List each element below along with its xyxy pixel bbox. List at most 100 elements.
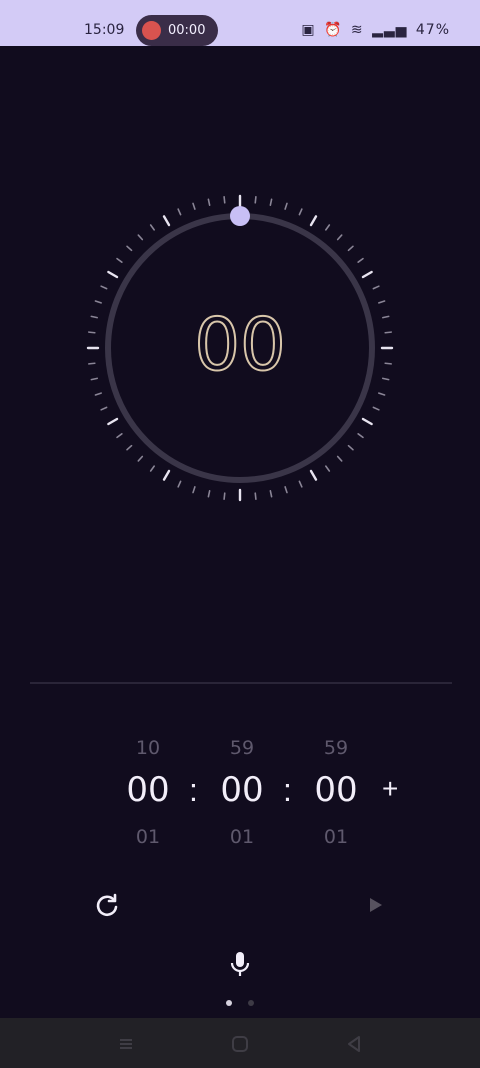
dial-tick [192, 486, 196, 494]
dial-tick [284, 202, 288, 210]
signal-icon: ▂▃▅ [372, 22, 408, 38]
reset-button[interactable] [92, 890, 122, 920]
recents-button[interactable] [114, 1032, 138, 1056]
dial-tick [382, 377, 390, 381]
dial-tick [162, 469, 171, 481]
status-bar: 15:09 00:00 ▣ ⏰ ≋ ▂▃▅ 47% [0, 0, 480, 46]
play-icon [370, 898, 382, 912]
page-dot-active[interactable] [226, 1000, 232, 1006]
timer-dial: 00 [80, 188, 400, 508]
reset-icon [96, 893, 118, 917]
navigation-bar [0, 1018, 480, 1068]
dial-tick [325, 224, 331, 231]
dial-tick [357, 257, 364, 263]
dial-tick [372, 285, 380, 290]
dial-tick [378, 300, 386, 304]
dial-tick [298, 480, 303, 488]
dial-tick [347, 245, 354, 252]
dial-tick [384, 362, 392, 365]
dial-tick [126, 245, 133, 252]
dial-tick [325, 465, 331, 472]
back-button[interactable] [342, 1032, 366, 1056]
microphone-icon [230, 952, 250, 976]
dial-tick [137, 234, 144, 241]
dial-tick [309, 469, 318, 481]
dial-tick [357, 433, 364, 439]
dial-tick [126, 444, 133, 451]
dial-tick [269, 198, 273, 206]
dial-tick [149, 465, 155, 472]
progress-handle[interactable] [230, 206, 250, 226]
dial-tick [207, 490, 211, 498]
menu-icon [120, 1039, 132, 1049]
dial-tick [336, 234, 343, 241]
hours-next-value[interactable]: 01 [118, 826, 178, 848]
battery-level: 47% [415, 22, 450, 38]
dial-tick [177, 480, 182, 488]
dial-tick [162, 215, 171, 227]
timer-digits: 00 [194, 303, 286, 387]
home-button[interactable] [228, 1032, 252, 1056]
dial-tick [372, 406, 380, 411]
dial-tick [284, 486, 288, 494]
section-divider [30, 682, 452, 684]
dial-tick [116, 433, 123, 439]
dial-tick [90, 315, 98, 319]
dial-tick [137, 455, 144, 462]
dial-tick [90, 377, 98, 381]
dial-tick [88, 331, 96, 334]
status-icons: ▣ ⏰ ≋ ▂▃▅ 47% [298, 22, 450, 38]
dial-tick [361, 417, 373, 426]
dial-tick [107, 270, 119, 279]
dial-tick [100, 406, 108, 411]
status-time: 15:09 [84, 22, 125, 38]
dial-tick [361, 270, 373, 279]
voice-input-button[interactable] [226, 948, 254, 980]
seconds-prev-value[interactable]: 59 [306, 737, 366, 759]
minutes-prev-value[interactable]: 59 [212, 737, 272, 759]
dial-tick [177, 208, 182, 216]
hours-prev-value[interactable]: 10 [118, 737, 178, 759]
dial-tick [269, 490, 273, 498]
page-dot[interactable] [248, 1000, 255, 1006]
home-icon [232, 1036, 248, 1052]
dial-tick [100, 285, 108, 290]
dial-tick [88, 362, 96, 365]
separator: : [283, 772, 292, 808]
timer-dial-graphic: 00 [86, 194, 394, 502]
dial-tick [378, 392, 386, 396]
seconds-value[interactable]: 00 [306, 770, 366, 810]
add-preset-button[interactable]: + [382, 773, 398, 805]
seconds-next-value[interactable]: 01 [306, 826, 366, 848]
minutes-value[interactable]: 00 [212, 770, 272, 810]
back-icon [348, 1036, 360, 1052]
hours-value[interactable]: 00 [118, 770, 178, 810]
nfc-icon: ▣ [301, 22, 316, 38]
dial-tick [223, 492, 226, 500]
dial-tick [336, 455, 343, 462]
recording-icon [142, 21, 161, 40]
dial-tick [309, 215, 318, 227]
dial-tick [192, 202, 196, 210]
start-button[interactable] [362, 892, 388, 918]
dial-tick [298, 208, 303, 216]
recording-time: 00:00 [168, 23, 206, 38]
dial-tick [149, 224, 155, 231]
dial-tick [384, 331, 392, 334]
dial-tick [94, 300, 102, 304]
separator: : [189, 772, 198, 808]
dial-tick [254, 492, 257, 500]
dial-tick [223, 196, 226, 204]
screen-recording-pill[interactable]: 00:00 [136, 15, 218, 46]
alarm-icon: ⏰ [324, 22, 343, 38]
minutes-next-value[interactable]: 01 [212, 826, 272, 848]
dial-tick [382, 315, 390, 319]
dial-tick [94, 392, 102, 396]
dial-tick [347, 444, 354, 451]
dial-tick [116, 257, 123, 263]
dial-tick [254, 196, 257, 204]
dial-tick [107, 417, 119, 426]
page-indicator [226, 993, 266, 1011]
wifi-icon: ≋ [350, 22, 364, 38]
dial-tick [207, 198, 211, 206]
